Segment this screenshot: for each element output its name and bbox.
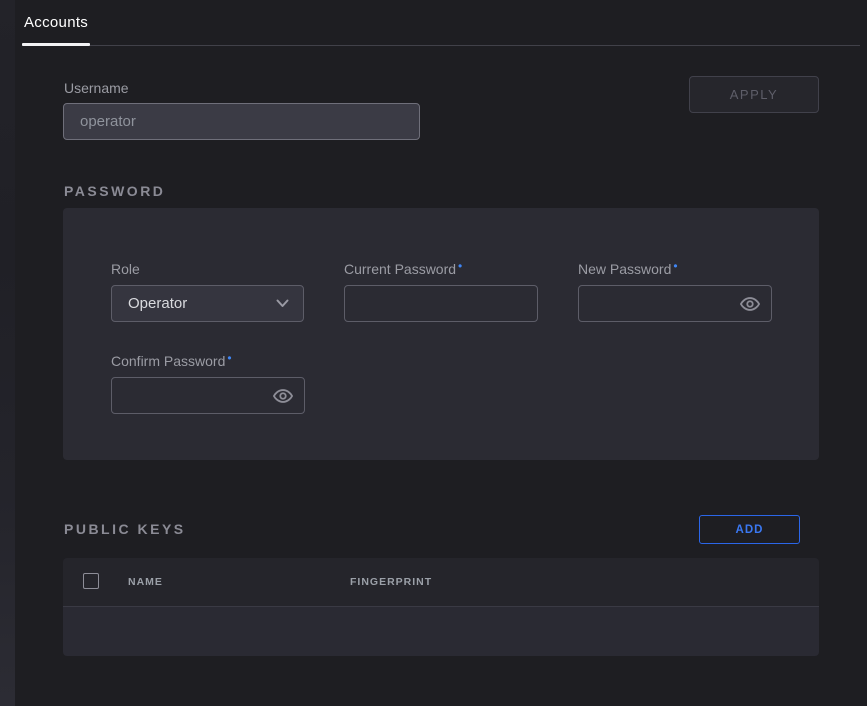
- column-header-name: NAME: [128, 576, 163, 588]
- apply-button[interactable]: APPLY: [689, 76, 819, 113]
- eye-icon: [273, 388, 293, 404]
- tab-bar-divider: [22, 45, 860, 46]
- current-password-input[interactable]: [345, 286, 537, 321]
- role-label: Role: [111, 261, 140, 277]
- chevron-down-icon: [276, 299, 289, 308]
- new-password-field-wrap: [578, 285, 772, 322]
- confirm-password-input[interactable]: [112, 378, 269, 413]
- eye-icon: [740, 296, 760, 312]
- required-mark: •: [227, 351, 231, 365]
- confirm-password-label: Confirm Password•: [111, 353, 232, 369]
- current-password-label: Current Password•: [344, 261, 462, 277]
- tab-active-underline: [22, 43, 90, 46]
- tab-accounts[interactable]: Accounts: [24, 14, 88, 31]
- public-keys-table-empty-row: [63, 607, 819, 656]
- new-password-label-text: New Password: [578, 261, 671, 277]
- current-password-label-text: Current Password: [344, 261, 456, 277]
- username-label: Username: [64, 80, 129, 96]
- new-password-input[interactable]: [579, 286, 736, 321]
- public-keys-section-heading: PUBLIC KEYS: [64, 521, 186, 537]
- add-public-key-button[interactable]: ADD: [699, 515, 800, 544]
- current-password-field-wrap: [344, 285, 538, 322]
- required-mark: •: [458, 259, 462, 273]
- column-header-fingerprint: FINGERPRINT: [350, 576, 432, 588]
- background-edge: [0, 0, 15, 706]
- password-panel: Role Operator Current Password• New Pass…: [63, 208, 819, 460]
- public-keys-table: NAME FINGERPRINT: [63, 558, 819, 656]
- confirm-password-visibility-toggle[interactable]: [269, 388, 304, 404]
- confirm-password-field-wrap: [111, 377, 305, 414]
- username-input[interactable]: [63, 103, 420, 140]
- new-password-label: New Password•: [578, 261, 678, 277]
- required-mark: •: [673, 259, 677, 273]
- public-keys-table-header: NAME FINGERPRINT: [63, 558, 819, 607]
- new-password-visibility-toggle[interactable]: [736, 296, 771, 312]
- confirm-password-label-text: Confirm Password: [111, 353, 225, 369]
- role-select-value: Operator: [128, 295, 187, 312]
- role-select[interactable]: Operator: [111, 285, 304, 322]
- select-all-checkbox[interactable]: [83, 573, 99, 589]
- password-section-heading: PASSWORD: [64, 183, 165, 199]
